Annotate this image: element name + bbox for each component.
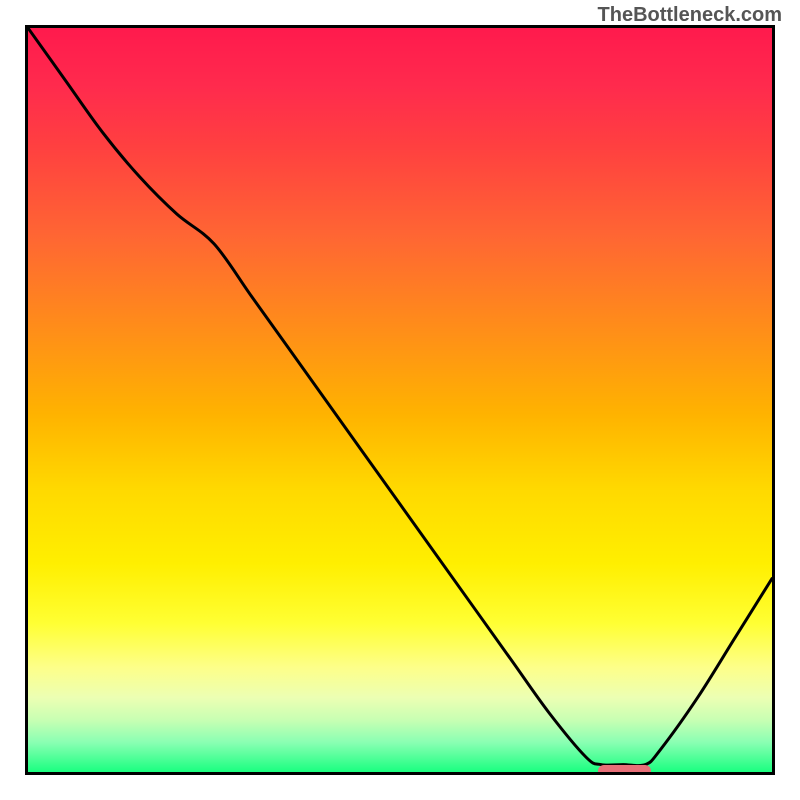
optimal-range-marker bbox=[598, 765, 651, 776]
watermark-text: TheBottleneck.com bbox=[598, 4, 782, 27]
chart-curve-svg bbox=[28, 28, 772, 772]
chart-plot-area bbox=[25, 25, 775, 775]
bottleneck-curve bbox=[28, 28, 772, 766]
